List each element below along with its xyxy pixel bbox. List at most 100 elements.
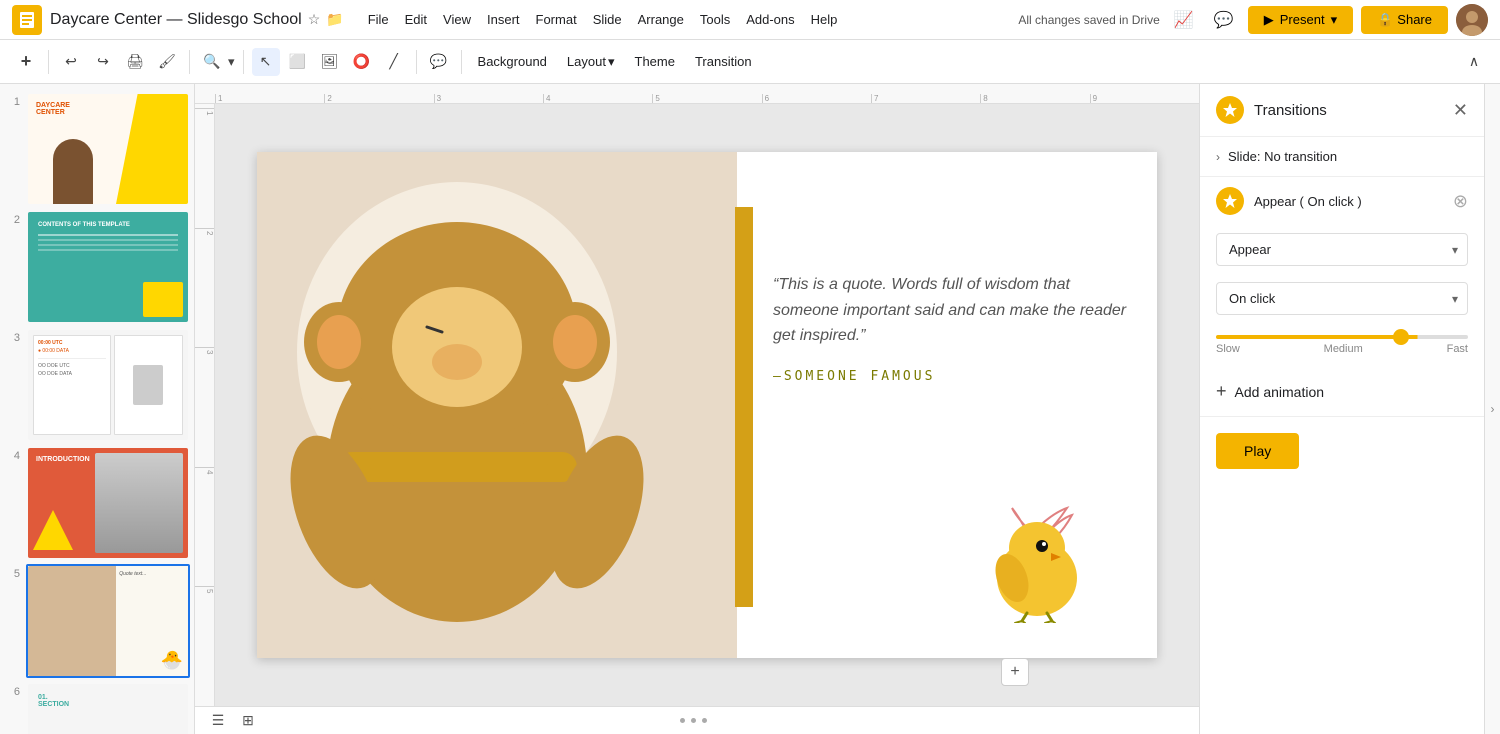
folder-icon[interactable]: 📁: [326, 11, 343, 28]
line-tool[interactable]: ╱: [380, 48, 408, 76]
add-slide-button[interactable]: +: [1001, 658, 1029, 686]
quote-author: —SOMEONE FAMOUS: [773, 369, 1127, 384]
image-tool[interactable]: 🖼: [316, 48, 344, 76]
undo-button[interactable]: ↩: [57, 48, 85, 76]
avatar[interactable]: [1456, 4, 1488, 36]
zoom-button[interactable]: 🔍: [198, 48, 226, 76]
zoom-control[interactable]: 🔍 ▾: [198, 48, 235, 76]
redo-button[interactable]: ↪: [89, 48, 117, 76]
slide-panel: 1 DAYCARECENTER 2 CONTENTS OF THIS TEMPL…: [0, 84, 195, 734]
background-label[interactable]: Background: [470, 50, 555, 73]
appear-dropdown-row: Appear: [1200, 225, 1484, 274]
slide-thumb-4[interactable]: INTRODUCTION: [26, 446, 190, 560]
slide-item-6[interactable]: 6 01.SECTION 👶: [4, 682, 190, 734]
ruler-horizontal: 1 2 3 4 5 6 7 8 9: [195, 84, 1199, 104]
slide-thumb-2[interactable]: CONTENTS OF THIS TEMPLATE: [26, 210, 190, 324]
appear-dropdown-wrapper: Appear: [1216, 233, 1468, 266]
expand-chevron-icon: ›: [1216, 150, 1220, 164]
present-button[interactable]: ▶ Present ▾: [1248, 6, 1353, 34]
right-expand-handle[interactable]: ›: [1484, 84, 1500, 734]
slide-preview-4: INTRODUCTION: [28, 448, 188, 558]
share-label: Share: [1397, 12, 1432, 27]
star-icon[interactable]: ☆: [308, 11, 321, 28]
add-button[interactable]: +: [12, 48, 40, 76]
menu-arrange[interactable]: Arrange: [630, 8, 692, 31]
sep3: [243, 50, 244, 74]
list-view-icon[interactable]: ☰: [207, 710, 229, 732]
sep5: [461, 50, 462, 74]
on-click-dropdown-wrapper: On click: [1216, 282, 1468, 315]
grid-view-icon[interactable]: ⊞: [237, 710, 259, 732]
present-icon: ▶: [1264, 12, 1274, 28]
share-button[interactable]: 🔒 Share: [1361, 6, 1448, 34]
slide-thumb-6[interactable]: 01.SECTION 👶: [26, 682, 190, 734]
add-animation-row[interactable]: + Add animation: [1200, 367, 1484, 417]
chick-svg: [977, 503, 1087, 623]
menu-file[interactable]: File: [360, 8, 397, 31]
remove-animation-button[interactable]: ⊗: [1453, 191, 1468, 212]
transition-label[interactable]: Transition: [687, 50, 760, 73]
slide-transition-row[interactable]: › Slide: No transition: [1216, 149, 1468, 164]
top-right: All changes saved in Drive 📈 💬 ▶ Present…: [1018, 4, 1488, 36]
shape-tool[interactable]: ⭕: [348, 48, 376, 76]
menu-slide[interactable]: Slide: [585, 8, 630, 31]
dot-1: [680, 718, 685, 723]
saved-status: All changes saved in Drive: [1018, 13, 1159, 27]
monkey-image: [257, 152, 737, 658]
menu-help[interactable]: Help: [803, 8, 846, 31]
layout-label[interactable]: Layout ▾: [559, 50, 623, 74]
menu-format[interactable]: Format: [528, 8, 585, 31]
main-area: 1 DAYCARECENTER 2 CONTENTS OF THIS TEMPL…: [0, 84, 1500, 734]
animation-item: Appear ( On click ) ⊗: [1200, 177, 1484, 225]
menu-bar: File Edit View Insert Format Slide Arran…: [360, 6, 846, 33]
frame-tool[interactable]: ⬜: [284, 48, 312, 76]
quote-text: “This is a quote. Words full of wisdom t…: [773, 272, 1127, 349]
sep4: [416, 50, 417, 74]
present-dropdown-icon: ▾: [1331, 12, 1338, 28]
layout-arrow: ▾: [608, 54, 615, 70]
chat-icon[interactable]: 💬: [1208, 4, 1240, 36]
play-button[interactable]: Play: [1216, 433, 1299, 469]
select-tool[interactable]: ↖: [252, 48, 280, 76]
present-label: Present: [1280, 12, 1325, 27]
slide-transition-section: › Slide: No transition: [1200, 137, 1484, 177]
slide-thumb-3[interactable]: 00:00 UTC ● 00:00 DATA OO DOE UTC OO DOE…: [26, 328, 190, 442]
speed-slider-row: [1216, 335, 1468, 339]
app-title: Daycare Center — Slidesgo School: [50, 11, 302, 29]
slide-view-row: ☰ ⊞: [207, 710, 259, 732]
menu-view[interactable]: View: [435, 8, 479, 31]
slide-item-2[interactable]: 2 CONTENTS OF THIS TEMPLATE: [4, 210, 190, 324]
slide-preview-3: 00:00 UTC ● 00:00 DATA OO DOE UTC OO DOE…: [28, 330, 188, 440]
chick-illustration: [977, 503, 1087, 628]
panel-close-button[interactable]: ✕: [1453, 100, 1468, 121]
slide-thumb-5[interactable]: Quote text... 🐣: [26, 564, 190, 678]
slide-canvas[interactable]: “This is a quote. Words full of wisdom t…: [215, 104, 1199, 706]
slide-preview-5: Quote text... 🐣: [28, 566, 188, 676]
comment-tool[interactable]: 💬: [425, 48, 453, 76]
speed-slow-label: Slow: [1216, 343, 1240, 355]
slide-item-3[interactable]: 3 00:00 UTC ● 00:00 DATA OO DOE UTC OO D…: [4, 328, 190, 442]
on-click-select[interactable]: On click: [1216, 282, 1468, 315]
print-button[interactable]: 🖨: [121, 48, 149, 76]
menu-addons[interactable]: Add-ons: [738, 8, 802, 31]
slide-thumb-1[interactable]: DAYCARECENTER: [26, 92, 190, 206]
menu-edit[interactable]: Edit: [397, 8, 435, 31]
slide-num-5: 5: [4, 568, 20, 580]
menu-insert[interactable]: Insert: [479, 8, 528, 31]
slide-transition-label: Slide: No transition: [1228, 149, 1337, 164]
dot-2: [691, 718, 696, 723]
speed-slider[interactable]: [1216, 335, 1468, 339]
slide-item-5[interactable]: 5 Quote text... 🐣: [4, 564, 190, 678]
quote-block: “This is a quote. Words full of wisdom t…: [773, 272, 1127, 384]
app-icon[interactable]: [12, 5, 42, 35]
slide-item-1[interactable]: 1 DAYCARECENTER: [4, 92, 190, 206]
transitions-panel: Transitions ✕ › Slide: No transition App…: [1199, 84, 1484, 734]
paint-format-button[interactable]: 🖌: [153, 48, 181, 76]
collapse-toolbar-btn[interactable]: ∧: [1460, 48, 1488, 76]
panel-title: Transitions: [1254, 102, 1453, 119]
theme-label[interactable]: Theme: [627, 50, 683, 73]
slide-item-4[interactable]: 4 INTRODUCTION: [4, 446, 190, 560]
appear-select[interactable]: Appear: [1216, 233, 1468, 266]
menu-tools[interactable]: Tools: [692, 8, 738, 31]
activity-icon[interactable]: 📈: [1168, 4, 1200, 36]
